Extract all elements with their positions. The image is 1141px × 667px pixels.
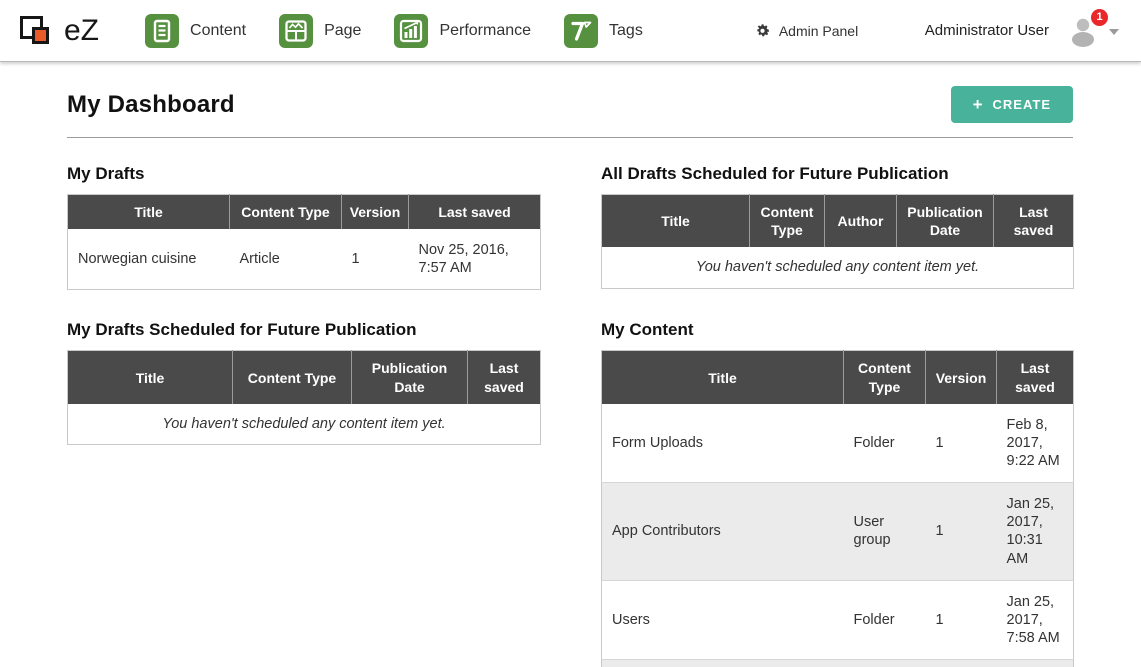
table-row[interactable]: App ContributorsUser group1Jan 25, 2017,… [602,483,1074,581]
column-header: Publication Date [897,195,994,248]
notification-badge[interactable]: 1 [1091,9,1108,26]
cell: App Contributors [602,483,844,581]
column-header: Publication Date [352,351,468,404]
section-title: My Content [601,320,1073,340]
table-header-row: TitleContent TypeAuthorPublication DateL… [602,195,1074,248]
cell: 1 [926,404,997,483]
cell: Jan 25, 2017, 7:55 AM [997,660,1074,667]
cell: Nov 25, 2016, 7:57 AM [409,229,541,290]
column-header: Content Type [750,195,825,248]
empty-state-message: You haven't scheduled any content item y… [68,404,541,445]
chevron-down-icon[interactable] [1109,29,1119,35]
admin-panel-button[interactable]: Admin Panel [754,22,858,39]
column-header: Last saved [468,351,541,404]
dashboard-grid: My Drafts TitleContent TypeVersionLast s… [67,164,1073,667]
section-my-content: My Content TitleContent TypeVersionLast … [601,320,1073,667]
empty-state-row: You haven't scheduled any content item y… [68,404,541,445]
section-my-drafts: My Drafts TitleContent TypeVersionLast s… [67,164,540,290]
column-header: Title [602,195,750,248]
nav-item-performance[interactable]: Performance [394,14,531,48]
main-content: My Dashboard + CREATE My Drafts TitleCon… [0,86,1141,667]
column-header: Content Type [230,195,342,230]
cell: App [602,660,844,667]
nav-item-content[interactable]: Content [145,14,246,48]
cell: Folder [844,660,926,667]
cell: Jan 25, 2017, 7:58 AM [997,580,1074,659]
table-header-row: TitleContent TypePublication DateLast sa… [68,351,541,404]
cell: 1 [926,483,997,581]
empty-state-row: You haven't scheduled any content item y… [602,247,1074,288]
performance-icon [394,14,428,48]
column-header: Last saved [994,195,1074,248]
nav-item-page[interactable]: Page [279,14,361,48]
column-header: Content Type [844,351,926,404]
content-icon [145,14,179,48]
column-header: Title [602,351,844,404]
cell: 1 [926,580,997,659]
ez-logo[interactable]: eZ [20,11,99,51]
table-row[interactable]: Norwegian cuisineArticle1Nov 25, 2016, 7… [68,229,541,290]
cell: Jan 25, 2017, 10:31 AM [997,483,1074,581]
top-navigation-bar: eZ Content Page [0,0,1141,62]
tags-icon [564,14,598,48]
section-title: My Drafts Scheduled for Future Publicati… [67,320,540,340]
section-title: All Drafts Scheduled for Future Publicat… [601,164,1073,184]
table-header-row: TitleContent TypeVersionLast saved [68,195,541,230]
column-header: Content Type [233,351,352,404]
cell: 1 [342,229,409,290]
section-title: My Drafts [67,164,540,184]
empty-state-message: You haven't scheduled any content item y… [602,247,1074,288]
column-header: Title [68,351,233,404]
data-table: TitleContent TypeAuthorPublication DateL… [601,194,1074,289]
column-header: Last saved [997,351,1074,404]
ez-logo-text: eZ [64,14,99,48]
plus-icon: + [973,98,984,111]
table-row[interactable]: UsersFolder1Jan 25, 2017, 7:58 AM [602,580,1074,659]
nav-item-tags[interactable]: Tags [564,14,643,48]
cell: Folder [844,580,926,659]
column-header: Version [926,351,997,404]
user-avatar[interactable]: 1 [1065,13,1101,49]
section-my-drafts-scheduled: My Drafts Scheduled for Future Publicati… [67,320,540,445]
ez-logo-icon [20,11,56,51]
nav-label-tags: Tags [609,22,643,40]
cell: User group [844,483,926,581]
create-button-label: CREATE [993,97,1051,112]
column-header: Last saved [409,195,541,230]
admin-panel-label: Admin Panel [779,23,858,39]
cell: Article [230,229,342,290]
cell: Folder [844,404,926,483]
data-table: TitleContent TypePublication DateLast sa… [67,350,541,445]
column-header: Author [825,195,897,248]
nav-label-page: Page [324,22,361,40]
data-table: TitleContent TypeVersionLast savedNorweg… [67,194,541,290]
user-name: Administrator User [925,22,1049,39]
section-all-drafts-scheduled: All Drafts Scheduled for Future Publicat… [601,164,1073,289]
page-title: My Dashboard [67,91,235,119]
user-menu: Administrator User 1 [925,13,1119,49]
cell: Users [602,580,844,659]
table-header-row: TitleContent TypeVersionLast saved [602,351,1074,404]
cell: 1 [926,660,997,667]
table-row[interactable]: Form UploadsFolder1Feb 8, 2017, 9:22 AM [602,404,1074,483]
column-header: Title [68,195,230,230]
column-header: Version [342,195,409,230]
cell: Form Uploads [602,404,844,483]
cell: Feb 8, 2017, 9:22 AM [997,404,1074,483]
cell: Norwegian cuisine [68,229,230,290]
nav-label-performance: Performance [439,22,531,40]
page-icon [279,14,313,48]
title-divider [67,137,1073,138]
gear-icon [754,22,771,39]
data-table: TitleContent TypeVersionLast savedForm U… [601,350,1074,667]
table-row[interactable]: AppFolder1Jan 25, 2017, 7:55 AM [602,660,1074,667]
nav-label-content: Content [190,22,246,40]
create-button[interactable]: + CREATE [951,86,1073,123]
